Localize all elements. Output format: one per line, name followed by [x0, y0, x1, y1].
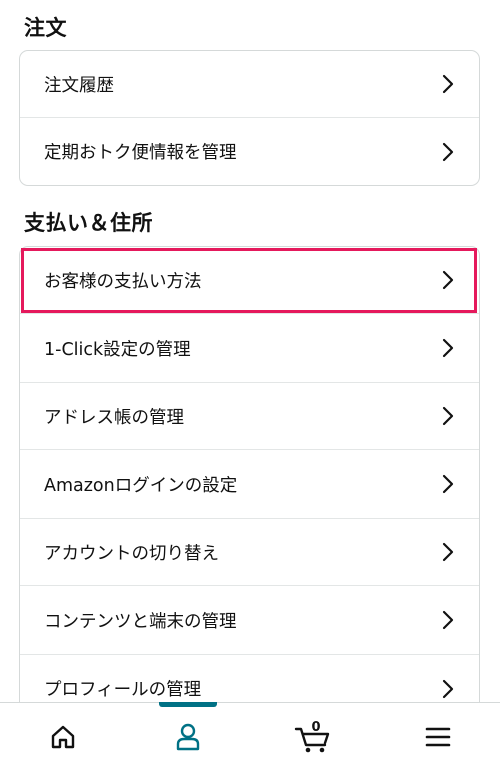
menu-item-label: コンテンツと端末の管理: [44, 611, 237, 632]
menu-item-address-book[interactable]: アドレス帳の管理: [20, 383, 479, 450]
nav-menu-button[interactable]: [375, 703, 500, 775]
menu-item-label: プロフィールの管理: [44, 680, 202, 700]
bottom-nav: 0: [0, 701, 500, 776]
payments-card: お客様の支払い方法 1-Click設定の管理 アドレス帳の管理 Amazonログ…: [19, 246, 480, 726]
menu-item-order-history[interactable]: 注文履歴: [20, 51, 479, 118]
chevron-right-icon: [441, 73, 455, 95]
chevron-right-icon: [441, 269, 455, 291]
account-icon: [174, 722, 202, 756]
menu-item-label: お客様の支払い方法: [44, 271, 202, 292]
menu-item-label: 定期おトク便情報を管理: [44, 143, 237, 163]
menu-item-subscribe-save[interactable]: 定期おトク便情報を管理: [20, 118, 479, 185]
menu-item-1click-settings[interactable]: 1-Click設定の管理: [20, 314, 479, 383]
chevron-right-icon: [441, 541, 455, 563]
menu-item-login-settings[interactable]: Amazonログインの設定: [20, 450, 479, 519]
menu-item-label: アカウントの切り替え: [44, 543, 219, 564]
nav-cart-button[interactable]: 0: [250, 703, 375, 775]
menu-item-switch-accounts[interactable]: アカウントの切り替え: [20, 519, 479, 586]
menu-icon: [424, 725, 452, 753]
section-title-payments: 支払い＆住所: [24, 211, 153, 235]
orders-card: 注文履歴 定期おトク便情報を管理: [19, 50, 480, 186]
section-title-orders: 注文: [24, 16, 67, 40]
chevron-right-icon: [441, 141, 455, 163]
chevron-right-icon: [441, 609, 455, 631]
chevron-right-icon: [441, 405, 455, 427]
menu-item-label: アドレス帳の管理: [44, 407, 184, 428]
chevron-right-icon: [441, 337, 455, 359]
account-page: 注文 注文履歴 定期おトク便情報を管理 支払い＆住所 お客様の支払い方法 1-C…: [0, 0, 500, 776]
menu-item-label: 1-Click設定の管理: [44, 339, 191, 360]
chevron-right-icon: [441, 473, 455, 495]
nav-account-button[interactable]: [125, 703, 250, 775]
cart-count-badge: 0: [311, 720, 321, 735]
menu-item-label: Amazonログインの設定: [44, 475, 238, 496]
menu-item-label: 注文履歴: [44, 75, 114, 96]
menu-item-content-devices[interactable]: コンテンツと端末の管理: [20, 586, 479, 655]
chevron-right-icon: [441, 678, 455, 700]
home-icon: [49, 723, 77, 755]
menu-item-payment-methods[interactable]: お客様の支払い方法: [20, 247, 479, 314]
cart-icon: 0: [294, 720, 332, 755]
nav-home-button[interactable]: [0, 703, 125, 775]
